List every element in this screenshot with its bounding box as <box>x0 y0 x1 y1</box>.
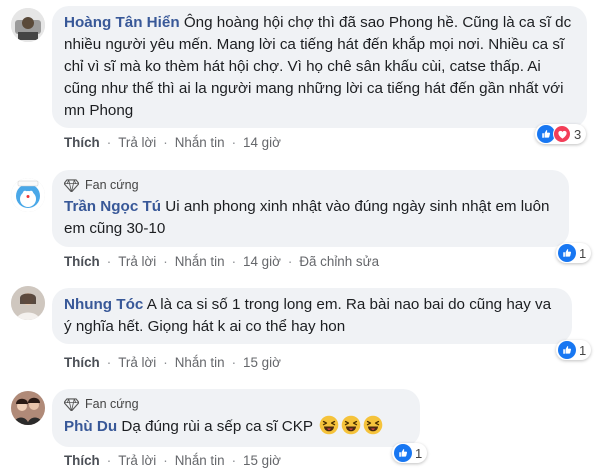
comment-author[interactable]: Nhung Tóc <box>64 296 143 313</box>
separator-dot: · <box>231 135 237 150</box>
avatar[interactable] <box>11 391 45 425</box>
reaction-count: 1 <box>415 445 423 461</box>
love-reaction-icon <box>553 125 571 143</box>
comment-actions: Thích · Trả lời · Nhắn tin · 14 giờ · Đã… <box>64 254 379 269</box>
like-button[interactable]: Thích <box>64 355 100 370</box>
separator-dot: · <box>163 453 168 468</box>
avatar[interactable] <box>11 286 45 320</box>
separator-dot: · <box>231 453 237 468</box>
message-button[interactable]: Nhắn tin <box>175 453 225 468</box>
message-button[interactable]: Nhắn tin <box>175 254 225 269</box>
timestamp[interactable]: 15 giờ <box>243 355 281 370</box>
separator-dot: · <box>287 254 293 269</box>
like-reaction-icon <box>558 244 576 262</box>
comment-actions: Thích · Trả lời · Nhắn tin · 15 giờ <box>64 453 281 468</box>
comment-bubble: Hoàng Tân Hiển Ông hoàng hội chợ thì đã … <box>52 6 587 128</box>
reply-button[interactable]: Trả lời <box>118 355 156 370</box>
reaction-summary[interactable]: 1 <box>392 443 428 463</box>
separator-dot: · <box>106 355 112 370</box>
message-button[interactable]: Nhắn tin <box>175 135 225 150</box>
comment-actions: Thích · Trả lời · Nhắn tin · 15 giờ <box>64 355 281 370</box>
badge-label: Fan cứng <box>85 397 139 411</box>
reply-button[interactable]: Trả lời <box>118 135 156 150</box>
timestamp[interactable]: 14 giờ <box>243 254 281 269</box>
reaction-count: 1 <box>579 342 587 358</box>
reaction-count: 1 <box>579 245 587 261</box>
like-reaction-icon <box>558 341 576 359</box>
like-button[interactable]: Thích <box>64 453 100 468</box>
edited-label[interactable]: Đã chỉnh sửa <box>299 254 379 269</box>
comment-text: Dạ đúng rùi a sếp ca sĩ CKP <box>121 418 313 435</box>
avatar[interactable] <box>11 8 45 42</box>
separator-dot: · <box>106 453 112 468</box>
reaction-summary[interactable]: 3 <box>535 124 587 144</box>
comment-bubble: Fan cứng Phù Du Dạ đúng rùi a sếp ca sĩ … <box>52 389 420 447</box>
message-button[interactable]: Nhắn tin <box>175 355 225 370</box>
separator-dot: · <box>231 254 237 269</box>
reaction-summary[interactable]: 1 <box>556 340 592 360</box>
comment-bubble: Fan cứng Trần Ngọc Tú Ui anh phong xinh … <box>52 170 569 247</box>
comment-author[interactable]: Hoàng Tân Hiển <box>64 14 180 31</box>
timestamp[interactable]: 15 giờ <box>243 453 281 468</box>
laughing-emoji-icon <box>319 415 339 435</box>
top-fan-badge: Fan cứng <box>64 176 557 194</box>
comment-actions: Thích · Trả lời · Nhắn tin · 14 giờ <box>64 135 281 150</box>
diamond-icon <box>64 398 79 411</box>
separator-dot: · <box>106 135 112 150</box>
separator-dot: · <box>163 355 168 370</box>
badge-label: Fan cứng <box>85 178 139 192</box>
separator-dot: · <box>163 135 168 150</box>
like-reaction-icon <box>394 444 412 462</box>
avatar[interactable] <box>11 178 45 212</box>
comment-author[interactable]: Phù Du <box>64 418 117 435</box>
comment-author[interactable]: Trần Ngọc Tú <box>64 198 161 215</box>
separator-dot: · <box>106 254 112 269</box>
reply-button[interactable]: Trả lời <box>118 453 156 468</box>
reaction-summary[interactable]: 1 <box>556 243 592 263</box>
timestamp[interactable]: 14 giờ <box>243 135 281 150</box>
laughing-emoji-icon <box>363 415 383 435</box>
like-button[interactable]: Thích <box>64 135 100 150</box>
laughing-emoji-icon <box>341 415 361 435</box>
reply-button[interactable]: Trả lời <box>118 254 156 269</box>
like-button[interactable]: Thích <box>64 254 100 269</box>
top-fan-badge: Fan cứng <box>64 395 408 413</box>
diamond-icon <box>64 179 79 192</box>
reaction-count: 3 <box>574 126 582 142</box>
comment-bubble: Nhung Tóc A là ca si số 1 trong long em.… <box>52 288 572 344</box>
separator-dot: · <box>163 254 168 269</box>
separator-dot: · <box>231 355 237 370</box>
